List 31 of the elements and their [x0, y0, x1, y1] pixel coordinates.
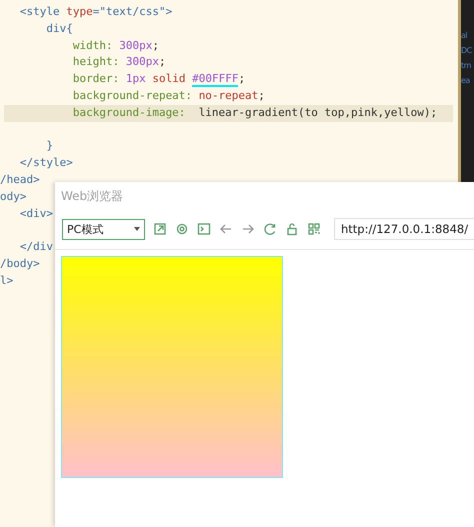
code-line: div{ — [45, 22, 73, 35]
panel-text: ea — [461, 75, 471, 87]
refresh-icon[interactable] — [263, 222, 277, 236]
code-line: background-image: linear-gradient(to top,pink,yellow); — [72, 106, 438, 119]
code-line: l> — [0, 274, 14, 287]
code-line: </div — [18, 240, 53, 254]
back-arrow-icon[interactable] — [219, 222, 233, 236]
code-line: } — [45, 139, 53, 152]
terminal-icon[interactable] — [197, 222, 211, 236]
panel-text: tm — [461, 60, 472, 72]
code-line: height: 300px; — [72, 55, 166, 68]
code-line: width: 300px; — [72, 38, 159, 52]
settings-icon[interactable] — [175, 222, 189, 236]
code-line: <div> — [18, 206, 53, 220]
popout-icon[interactable] — [153, 222, 167, 236]
code-line: /head> — [0, 172, 40, 186]
window-title: Web浏览器 — [61, 188, 124, 205]
caret-icon — [134, 227, 140, 231]
padlock-icon[interactable] — [285, 222, 299, 236]
code-line: /body> — [0, 256, 40, 270]
panel-text: al — [461, 30, 468, 42]
code-line: </style> — [18, 156, 73, 170]
code-line: ody> — [0, 190, 26, 203]
forward-arrow-icon[interactable] — [241, 222, 255, 236]
code-line: border: 1px solid #00FFFF; — [72, 72, 246, 88]
code-line: background-repeat: no-repeat; — [72, 88, 265, 102]
grid-icon[interactable] — [307, 222, 321, 236]
url-field[interactable]: http://127.0.0.1:8848/ — [334, 218, 474, 240]
panel-text: DC — [461, 45, 473, 57]
mode-dropdown[interactable]: PC模式 — [62, 218, 145, 240]
code-line: <style type="text/css"> — [18, 5, 172, 18]
